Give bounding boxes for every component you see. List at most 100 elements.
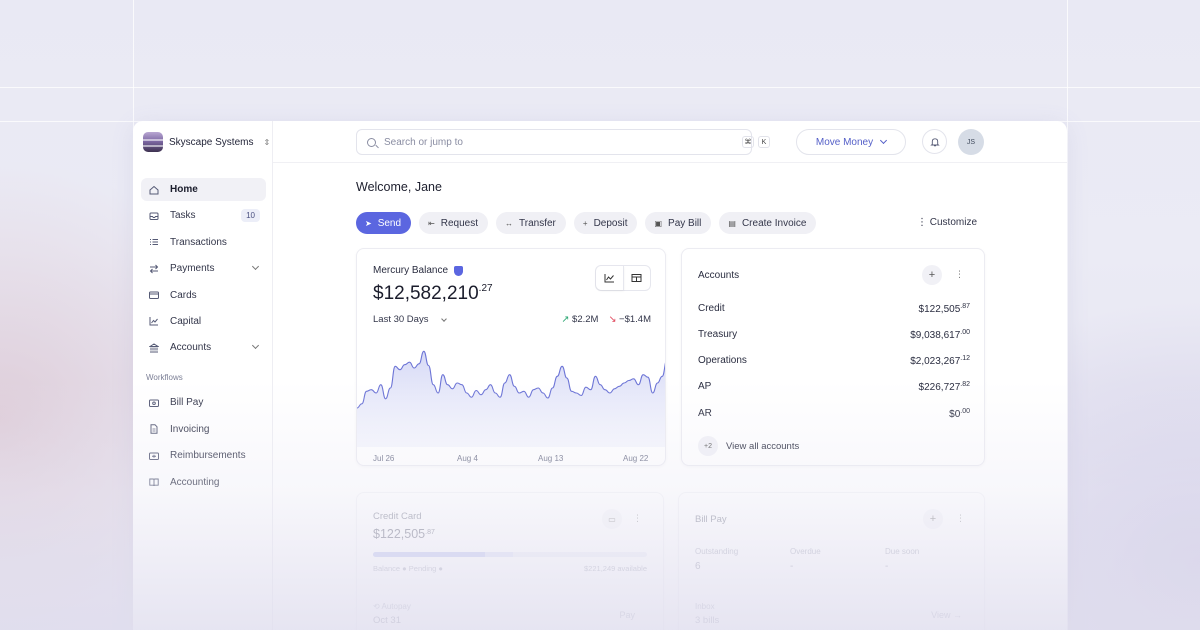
bill-pay-card: Bill Pay + ⋮ Outstanding 6 Overdue - Due… [678,492,985,630]
account-name: Credit [698,303,725,314]
credit-card-amount-main: $122,505 [373,527,426,541]
account-balance-main: $122,505 [918,304,961,315]
command-key-hint: ⌘ [742,136,754,148]
more-accounts-badge: +2 [698,436,718,456]
sidebar-item-payments[interactable]: Payments [141,257,266,280]
card-settings-button[interactable]: ▭ [602,509,622,529]
transfer-label: Transfer [519,217,556,229]
credit-card-icon: ▭ [608,514,616,524]
x-tick-label: Jul 26 [373,454,395,463]
page-title: Welcome, Jane [356,180,442,194]
add-account-button[interactable]: + [922,265,942,285]
pay-bill-button[interactable]: ▣ Pay Bill [645,212,712,234]
plus-icon: + [929,513,937,525]
sidebar-item-tasks[interactable]: Tasks 10 [141,204,266,227]
inbox-value: 3 bills [695,615,720,626]
line-chart-view-button[interactable] [596,266,624,290]
sidebar-item-label: Reimbursements [170,450,246,462]
transfer-icon: ↔ [505,218,514,228]
credit-usage-fill [373,552,486,557]
credit-available: $221,249 available [584,564,647,573]
move-money-button[interactable]: Move Money [796,129,906,155]
sidebar-item-capital[interactable]: Capital [141,310,266,333]
balance-card: Mercury Balance $12,582,210.27 Last 30 D… [356,248,666,466]
account-balance-main: $226,727 [918,382,961,393]
balance-amount-main: $12,582,210 [373,283,479,304]
sidebar-item-accounts[interactable]: Accounts [141,336,266,359]
app-window: Skyscape Systems ⇕ Home Tasks 10 Transac… [133,121,1067,630]
view-bills-link[interactable]: View → [931,610,962,620]
account-row[interactable]: Operations $2,023,267.12 [698,355,970,367]
sidebar-item-label: Payments [170,263,215,275]
search-input[interactable]: Search or jump to ⌘ K [356,129,770,155]
sidebar-item-reimbursements[interactable]: Reimbursements [141,444,266,467]
sidebar-item-cards[interactable]: Cards [141,284,266,307]
more-icon[interactable]: ⋮ [955,269,964,280]
stat-value: - [885,561,889,572]
balance-chart[interactable] [357,337,666,447]
sidebar-item-label: Home [170,184,198,195]
more-icon[interactable]: ⋮ [956,513,965,524]
request-icon: ⇤ [428,218,435,228]
sidebar-item-bill-pay[interactable]: Bill Pay [141,391,266,414]
create-invoice-label: Create Invoice [741,217,807,229]
chart-view-toggle [595,265,651,291]
balance-amount-cents: .27 [478,283,493,294]
account-row[interactable]: AR $0.00 [698,408,970,420]
account-row[interactable]: Treasury $9,038,617.00 [698,329,970,341]
tasks-count-badge: 10 [241,209,260,223]
send-button[interactable]: ➤ Send [356,212,412,234]
send-label: Send [377,217,402,229]
avatar[interactable]: JS [958,129,984,155]
account-balance-main: $0 [949,409,961,420]
deposit-button[interactable]: + Deposit [573,212,638,234]
autopay-label: ⟲ Autopay [373,602,411,611]
account-row[interactable]: AP $226,727.82 [698,381,970,393]
org-switcher[interactable]: Skyscape Systems ⇕ [143,132,270,152]
arrow-down-right-icon: ↘ [608,314,617,325]
transfer-button[interactable]: ↔ Transfer [496,212,566,234]
k-key-hint: K [758,136,770,148]
arrow-up-right-icon: ↗ [561,314,570,325]
document-icon [150,424,158,434]
add-bill-button[interactable]: + [923,509,943,529]
balance-title: Mercury Balance [373,265,464,276]
plus-icon: + [928,269,936,281]
account-balance: $2,023,267.12 [910,355,970,367]
date-range-selector[interactable]: Last 30 Days [373,314,448,325]
account-name: Operations [698,355,747,366]
sidebar-item-label: Accounting [170,476,220,488]
grid-line [0,87,1200,88]
sidebar-item-invoicing[interactable]: Invoicing [141,418,266,441]
customize-button[interactable]: ⋮ Customize [917,217,977,228]
stat-label: Overdue [790,547,821,556]
credit-pending-fill [485,552,513,557]
credit-card-card: Credit Card $122,505.87 ▭ ⋮ Balance ● Pe… [356,492,664,630]
cash-flow-summary: ↗ $2.2M ↘ −$1.4M [561,314,651,325]
sidebar-item-accounting[interactable]: Accounting [141,471,266,494]
arrows-swap-icon [149,264,159,274]
account-balance: $122,505.87 [919,303,970,315]
more-icon[interactable]: ⋮ [633,513,642,524]
search-placeholder: Search or jump to [384,136,463,148]
stat-label: Due soon [885,547,920,556]
account-balance: $0.00 [949,408,970,420]
sidebar-item-home[interactable]: Home [141,178,266,201]
notifications-button[interactable] [922,129,947,154]
table-view-button[interactable] [624,266,651,290]
request-button[interactable]: ⇤ Request [419,212,489,234]
create-invoice-button[interactable]: ▤ Create Invoice [719,212,817,234]
credit-usage-bar [373,552,647,557]
account-balance-cents: .82 [960,381,970,388]
account-balance-main: $2,023,267 [910,356,961,367]
credit-card-title: Credit Card [373,511,422,522]
sidebar-item-transactions[interactable]: Transactions [141,231,266,254]
stat-value: 6 [695,561,701,572]
pay-button[interactable]: Pay [619,610,635,620]
stat-label: Outstanding [695,547,739,556]
account-row[interactable]: Credit $122,505.87 [698,303,970,315]
money-out-value: −$1.4M [619,314,651,325]
workflows-section-label: Workflows [146,373,183,383]
credit-card-amount: $122,505.87 [373,527,435,541]
view-all-accounts-link[interactable]: +2 View all accounts [698,436,799,456]
